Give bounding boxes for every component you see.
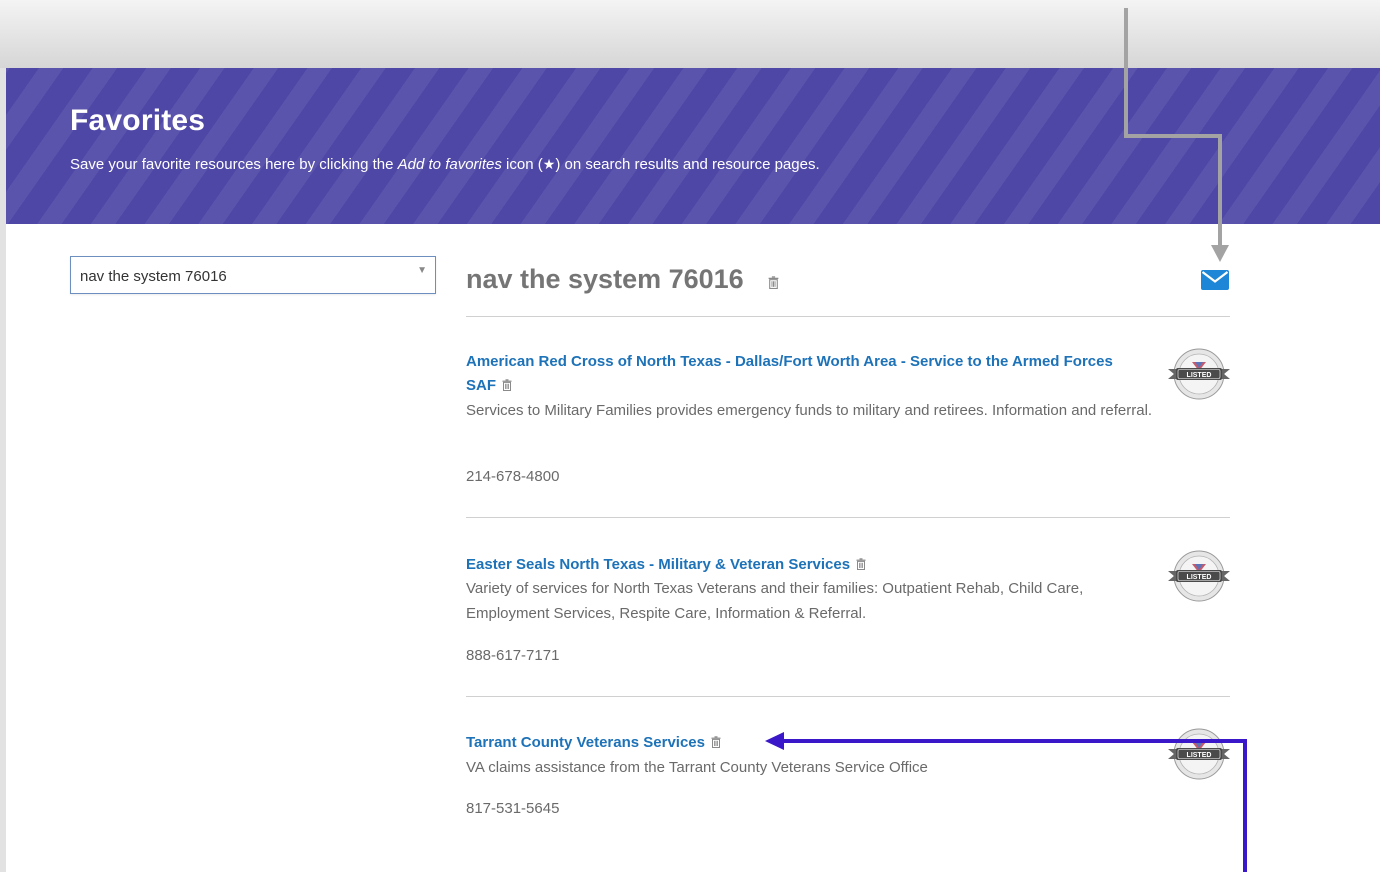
purple-annotation-arrow <box>765 732 1247 872</box>
gray-annotation-arrow <box>1124 8 1229 262</box>
annotation-arrows <box>765 8 1247 872</box>
